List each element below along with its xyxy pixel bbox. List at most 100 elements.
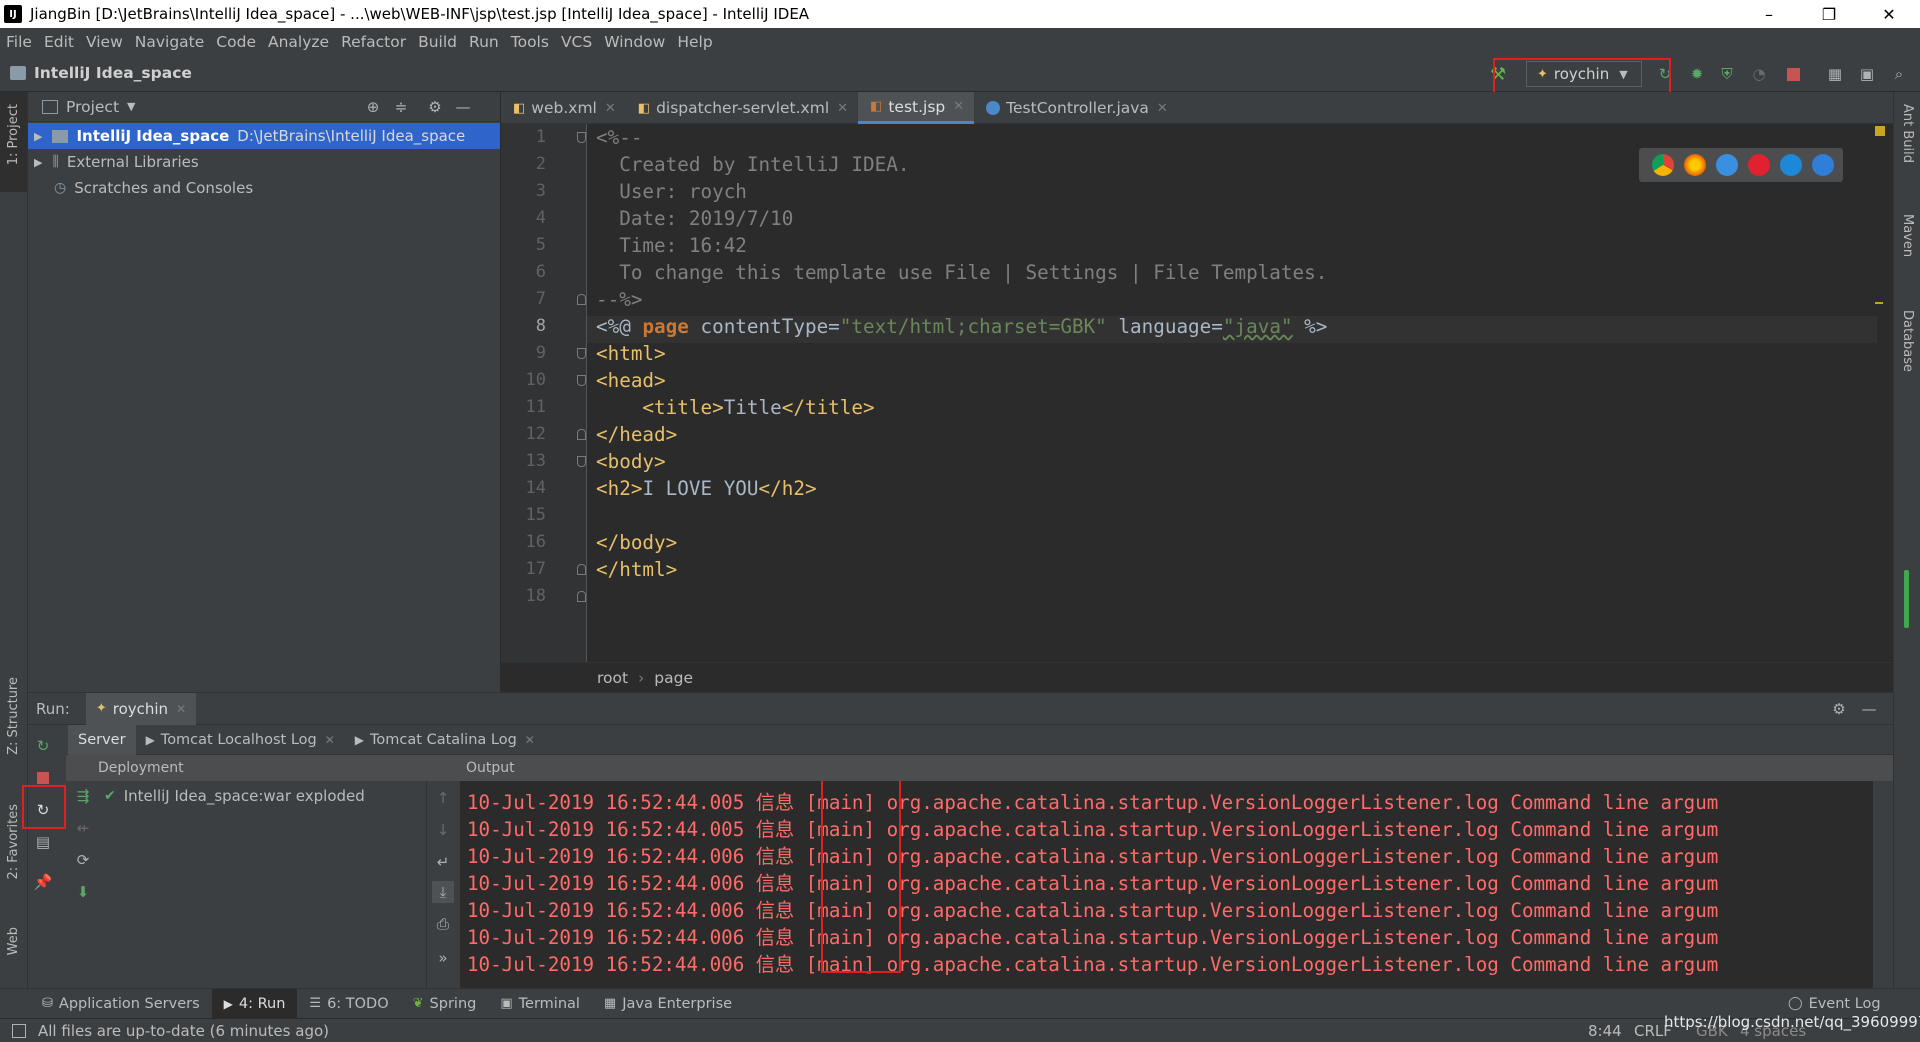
fold-marker-icon[interactable] bbox=[577, 132, 586, 143]
fold-marker-icon[interactable] bbox=[577, 294, 586, 305]
deploy-icon[interactable]: ⇶ bbox=[72, 785, 94, 807]
database-strip-label[interactable]: Database bbox=[1900, 310, 1915, 372]
firefox-icon[interactable] bbox=[1684, 154, 1706, 176]
code-editor[interactable]: <%-- Created by IntelliJ IDEA. User: roy… bbox=[587, 124, 1885, 662]
refresh-icon[interactable]: ⟳ bbox=[72, 849, 94, 871]
gear-icon[interactable]: ⚙ bbox=[424, 96, 446, 118]
close-tab-icon[interactable]: ✕ bbox=[325, 733, 335, 747]
print-icon[interactable]: ⎙ bbox=[432, 913, 454, 935]
output-console[interactable]: 10-Jul-2019 16:52:44.005 信息 [main] org.a… bbox=[460, 781, 1873, 989]
menu-build[interactable]: Build bbox=[412, 33, 463, 51]
maven-strip-label[interactable]: Maven bbox=[1900, 214, 1915, 257]
menu-refactor[interactable]: Refactor bbox=[335, 33, 412, 51]
tab-server[interactable]: Server bbox=[68, 724, 136, 755]
fold-marker-icon[interactable] bbox=[577, 375, 586, 386]
close-tab-icon[interactable]: ✕ bbox=[1157, 101, 1168, 116]
debug-bug-icon[interactable]: ✹ bbox=[1686, 63, 1708, 85]
run-config-tab[interactable]: ✦ roychin ✕ bbox=[85, 692, 197, 725]
arrow-up-icon[interactable]: ↑ bbox=[432, 787, 454, 809]
tab-todo[interactable]: ☰ 6: TODO bbox=[297, 989, 400, 1019]
menu-view[interactable]: View bbox=[80, 33, 129, 51]
tree-item-external-libraries[interactable]: ▶ ⫼ External Libraries bbox=[28, 149, 500, 175]
redeploy-icon[interactable]: ⬇ bbox=[72, 881, 94, 903]
menu-vcs[interactable]: VCS bbox=[555, 33, 598, 51]
menu-edit[interactable]: Edit bbox=[38, 33, 80, 51]
fold-marker-icon[interactable] bbox=[577, 591, 586, 602]
tab-dispatcher-servlet-xml[interactable]: ◧ dispatcher-servlet.xml ✕ bbox=[626, 92, 858, 124]
cursor-position[interactable]: 8:44 bbox=[1588, 1022, 1622, 1040]
ant-build-strip-label[interactable]: Ant Build bbox=[1900, 104, 1915, 163]
opera-icon[interactable] bbox=[1748, 154, 1770, 176]
menu-help[interactable]: Help bbox=[671, 33, 718, 51]
scroll-to-end-icon[interactable]: ⤓ bbox=[432, 881, 454, 903]
search-icon[interactable]: ⌕ bbox=[1888, 63, 1910, 85]
arrow-down-icon[interactable]: ↓ bbox=[432, 819, 454, 841]
tab-spring[interactable]: ❦ Spring bbox=[401, 989, 489, 1019]
chrome-icon[interactable] bbox=[1652, 154, 1674, 176]
stop-icon[interactable] bbox=[1782, 63, 1804, 85]
pin-icon[interactable]: 📌 bbox=[32, 871, 54, 893]
menu-navigate[interactable]: Navigate bbox=[129, 33, 211, 51]
menu-file[interactable]: File bbox=[0, 33, 38, 51]
menu-analyze[interactable]: Analyze bbox=[262, 33, 335, 51]
fold-marker-icon[interactable] bbox=[577, 429, 586, 440]
tab-run[interactable]: ▶ 4: Run bbox=[211, 988, 298, 1019]
coverage-icon[interactable]: ⛨ bbox=[1716, 63, 1738, 85]
tab-tomcat-localhost-log[interactable]: ▶ Tomcat Localhost Log ✕ bbox=[136, 732, 345, 748]
menu-run[interactable]: Run bbox=[463, 33, 505, 51]
close-tab-icon[interactable]: ✕ bbox=[605, 101, 616, 116]
tab-terminal[interactable]: ▣ Terminal bbox=[488, 989, 592, 1019]
close-tab-icon[interactable]: ✕ bbox=[953, 99, 964, 114]
tree-item-project-root[interactable]: ▶ IntelliJ Idea_space D:\JetBrains\Intel… bbox=[28, 123, 500, 149]
tab-application-servers[interactable]: ⛁ Application Servers bbox=[30, 989, 212, 1019]
undeploy-icon[interactable]: ⇷ bbox=[72, 817, 94, 839]
web-strip-label[interactable]: Web bbox=[6, 927, 21, 955]
hide-panel-icon[interactable]: — bbox=[1858, 698, 1880, 720]
close-button[interactable]: ✕ bbox=[1866, 0, 1912, 28]
close-tab-icon[interactable]: ✕ bbox=[525, 733, 535, 747]
fold-marker-icon[interactable] bbox=[577, 456, 586, 467]
project-panel-title[interactable]: Project bbox=[66, 98, 119, 116]
warning-marker[interactable] bbox=[1875, 302, 1883, 304]
menu-tools[interactable]: Tools bbox=[505, 33, 555, 51]
layout-icon[interactable]: ▤ bbox=[32, 831, 54, 853]
breadcrumb-item[interactable]: root bbox=[597, 669, 628, 687]
profile-icon[interactable]: ◔ bbox=[1748, 63, 1770, 85]
inspection-status-icon[interactable] bbox=[1875, 126, 1885, 136]
expand-arrow-icon[interactable]: ▶ bbox=[34, 130, 42, 143]
toggle-tool-windows-icon[interactable] bbox=[12, 1023, 26, 1038]
menu-code[interactable]: Code bbox=[210, 33, 262, 51]
close-tab-icon[interactable]: ✕ bbox=[837, 101, 848, 116]
structure-strip-label[interactable]: Z: Structure bbox=[6, 677, 21, 755]
minimize-button[interactable]: – bbox=[1746, 0, 1792, 28]
favorites-strip-label[interactable]: 2: Favorites bbox=[6, 804, 21, 880]
more-icon[interactable]: » bbox=[432, 947, 454, 969]
close-tab-icon[interactable]: ✕ bbox=[176, 702, 186, 716]
safari-icon[interactable] bbox=[1716, 154, 1738, 176]
tab-test-jsp[interactable]: ◧ test.jsp ✕ bbox=[858, 92, 975, 124]
restore-button[interactable]: ❐ bbox=[1806, 0, 1852, 28]
tab-testcontroller-java[interactable]: TestController.java ✕ bbox=[974, 92, 1178, 124]
internet-explorer-icon[interactable] bbox=[1780, 154, 1802, 176]
tab-web-xml[interactable]: ◧ web.xml ✕ bbox=[501, 92, 626, 124]
tab-tomcat-catalina-log[interactable]: ▶ Tomcat Catalina Log ✕ bbox=[345, 732, 545, 748]
collapse-all-icon[interactable]: ≑ bbox=[390, 96, 412, 118]
soft-wrap-icon[interactable]: ↵ bbox=[432, 851, 454, 873]
nav-project-name[interactable]: IntelliJ Idea_space bbox=[34, 64, 192, 82]
tree-item-scratches[interactable]: ◷ Scratches and Consoles bbox=[28, 175, 500, 201]
fold-marker-icon[interactable] bbox=[577, 348, 586, 359]
fold-marker-icon[interactable] bbox=[577, 564, 586, 575]
menu-window[interactable]: Window bbox=[598, 33, 671, 51]
locate-icon[interactable]: ⊕ bbox=[362, 96, 384, 118]
expand-arrow-icon[interactable]: ▶ bbox=[34, 156, 42, 169]
breadcrumb-item[interactable]: page bbox=[654, 669, 693, 687]
rerun-icon[interactable]: ↻ bbox=[32, 735, 54, 757]
project-structure-icon[interactable]: ▦ bbox=[1824, 63, 1846, 85]
gear-icon[interactable]: ⚙ bbox=[1828, 698, 1850, 720]
chevron-down-icon[interactable]: ▼ bbox=[127, 100, 135, 113]
tab-java-enterprise[interactable]: ▦ Java Enterprise bbox=[592, 989, 744, 1019]
layout-icon[interactable]: ▣ bbox=[1856, 63, 1878, 85]
edge-icon[interactable] bbox=[1812, 154, 1834, 176]
project-strip-label[interactable]: 1: Project bbox=[6, 104, 21, 165]
hide-panel-icon[interactable]: — bbox=[452, 96, 474, 118]
